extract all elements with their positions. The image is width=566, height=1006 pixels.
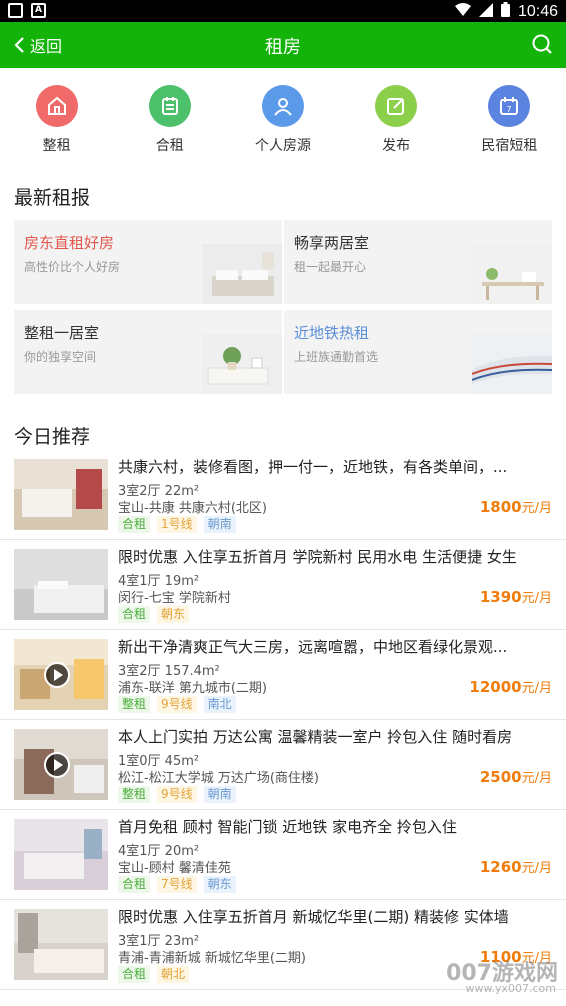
chevron-left-icon [14, 37, 24, 53]
listing-title: 限时优惠 入住享五折首月 学院新村 民用水电 生活便捷 女生 [118, 548, 517, 566]
listing-title: 限时优惠 入住享五折首月 新城忆华里(二期) 精装修 实体墙 [118, 908, 509, 926]
category-label: 合租 [155, 138, 184, 154]
listing-location: 宝山-共康 共康六村(北区) [118, 501, 267, 516]
tag-orientation: 朝南 [203, 786, 236, 803]
listing-location: 宝山-顾村 馨清佳苑 [118, 861, 231, 876]
tag-metro-line: 7号线 [157, 876, 197, 893]
tag-rent-type: 合租 [118, 606, 151, 623]
listing-photo [14, 639, 108, 710]
battery-icon [500, 2, 510, 21]
listing-location: 闵行-七宝 学院新村 [118, 591, 231, 606]
listing-photo [14, 909, 108, 980]
listing-item[interactable]: 本人上门实拍 万达公寓 温馨精装一室户 拎包入住 随时看房 1室0厅 45m² … [0, 720, 566, 810]
category-label: 发布 [382, 138, 411, 154]
promo-subtitle: 上班族通勤首选 [294, 350, 379, 364]
tag-rent-type: 整租 [118, 696, 151, 713]
tag-orientation: 朝北 [157, 966, 190, 983]
listing-price: 1390元/月 [479, 588, 552, 606]
tag-metro-line: 9号线 [157, 696, 197, 713]
promo-card-metro[interactable]: 近地铁热租 上班族通勤首选 [284, 310, 552, 394]
promo-subtitle: 租一起最开心 [294, 260, 367, 274]
category-label: 整租 [42, 138, 71, 154]
section-title-news: 最新租报 [14, 187, 91, 209]
listing-item[interactable]: 限时优惠 入住享五折首月 学院新村 民用水电 生活便捷 女生 4室1厅 19m²… [0, 540, 566, 630]
back-button[interactable]: 返回 [12, 33, 62, 57]
listing-title: 共康六村，装修看图，押一付一，近地铁，有各类单间，... [118, 458, 508, 476]
clock: 10:46 [517, 2, 558, 20]
category-label: 个人房源 [254, 138, 311, 154]
listing-photo [14, 729, 108, 800]
tag-rent-type: 合租 [118, 516, 151, 533]
promo-card-landlord[interactable]: 房东直租好房 高性价比个人好房 [14, 220, 282, 304]
listing-item[interactable]: 新出干净清爽正气大三房，远离喧嚣，中地区看绿化景观... 3室2厅 157.4m… [0, 630, 566, 720]
tag-rent-type: 整租 [118, 786, 151, 803]
listing-title: 新出干净清爽正气大三房，远离喧嚣，中地区看绿化景观... [118, 638, 508, 656]
person-icon [261, 85, 304, 127]
tag-orientation: 朝东 [203, 876, 236, 893]
house-icon [35, 85, 78, 127]
section-title-recommend: 今日推荐 [14, 426, 91, 448]
tag-metro-line: 1号线 [157, 516, 197, 533]
building-icon [148, 85, 191, 127]
tag-orientation: 朝东 [157, 606, 190, 623]
category-shared-rent[interactable]: 合租 [115, 80, 225, 160]
promo-card-two-bedroom[interactable]: 畅享两居室 租一起最开心 [284, 220, 552, 304]
listing-photo [14, 549, 108, 620]
listing-item[interactable]: 首月免租 顾村 智能门锁 近地铁 家电齐全 拎包入住 4室1厅 20m² 宝山-… [0, 810, 566, 900]
play-video-icon[interactable] [44, 662, 70, 688]
promo-title: 房东直租好房 [24, 234, 115, 252]
category-short-stay[interactable]: 7 民宿短租 [454, 80, 564, 160]
promo-subtitle: 高性价比个人好房 [24, 260, 121, 274]
status-bar: A 10:46 [0, 0, 566, 22]
page-title: 租房 [265, 37, 301, 58]
promo-title: 畅享两居室 [294, 234, 370, 252]
listing-item[interactable]: 共康六村，装修看图，押一付一，近地铁，有各类单间，... 3室2厅 22m² 宝… [0, 450, 566, 540]
promo-subtitle: 你的独享空间 [24, 350, 97, 364]
svg-text:7: 7 [507, 105, 512, 114]
category-publish[interactable]: 发布 [341, 80, 451, 160]
listing-title: 首月免租 顾村 智能门锁 近地铁 家电齐全 拎包入住 [118, 818, 457, 836]
category-personal-listing[interactable]: 个人房源 [228, 80, 338, 160]
listing-price: 12000元/月 [469, 678, 552, 696]
promo-title: 整租一居室 [24, 324, 100, 342]
tag-rent-type: 合租 [118, 966, 151, 983]
train-image [472, 334, 552, 394]
table-plant-image [472, 244, 552, 304]
notification-image-icon [8, 3, 23, 18]
listing-price: 1800元/月 [479, 498, 552, 516]
listing-price: 1260元/月 [479, 858, 552, 876]
category-whole-rent[interactable]: 整租 [2, 80, 112, 160]
category-label: 民宿短租 [481, 138, 538, 154]
listing-location: 松江-松江大学城 万达广场(商住楼) [118, 771, 319, 786]
edit-icon [375, 85, 418, 127]
bedroom-image [202, 244, 282, 304]
play-video-icon[interactable] [44, 752, 70, 778]
wifi-icon [454, 2, 471, 21]
promo-title: 近地铁热租 [294, 324, 370, 342]
listing-location: 青浦-青浦新城 新城忆华里(二期) [118, 951, 306, 966]
search-icon[interactable] [530, 32, 556, 58]
listing-photo [14, 819, 108, 890]
listing-photo [14, 459, 108, 530]
listing-price: 2500元/月 [479, 768, 552, 786]
category-row: 整租 合租 个人房源 发布 7 民宿短租 [0, 80, 566, 160]
app-bar: 返回 租房 [0, 22, 566, 68]
back-label: 返回 [30, 37, 63, 56]
signal-icon [478, 2, 493, 21]
tag-orientation: 南北 [203, 696, 236, 713]
calendar-icon: 7 [488, 85, 531, 127]
watermark-url: www.yx007.com [465, 982, 556, 995]
tag-orientation: 朝南 [203, 516, 236, 533]
notification-a-icon: A [31, 3, 46, 18]
shelf-plant-image [202, 334, 282, 394]
listing-location: 浦东-联洋 第九城市(二期) [118, 681, 267, 696]
tag-metro-line: 9号线 [157, 786, 197, 803]
listing-title: 本人上门实拍 万达公寓 温馨精装一室户 拎包入住 随时看房 [118, 728, 513, 746]
tag-rent-type: 合租 [118, 876, 151, 893]
promo-card-one-bedroom[interactable]: 整租一居室 你的独享空间 [14, 310, 282, 394]
